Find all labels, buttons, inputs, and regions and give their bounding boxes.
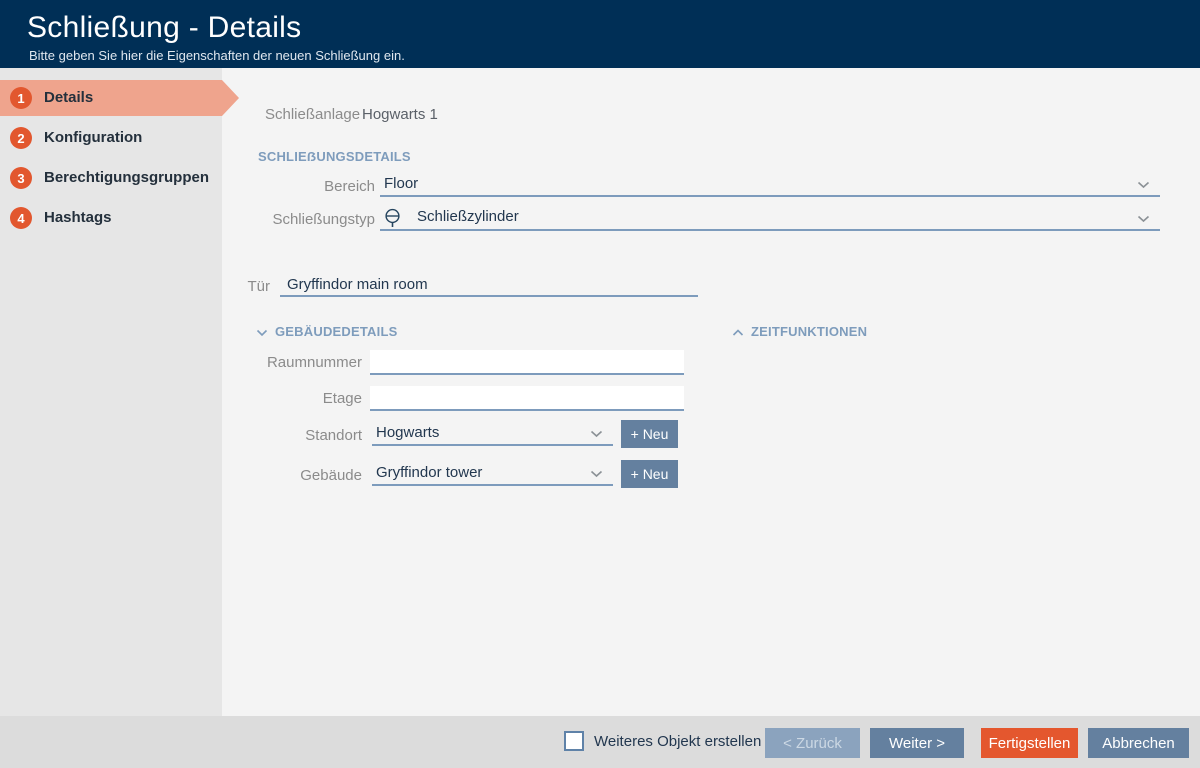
wizard-step-details[interactable]: 1 Details [0,80,222,116]
step-number-badge: 4 [10,207,32,229]
standort-label: Standort [162,427,362,444]
step-label: Hashtags [44,209,112,226]
section-header-schliessungsdetails: SCHLIEẞUNGSDETAILS [258,149,411,164]
gebaeude-value: Gryffindor tower [376,464,482,481]
step-label: Konfiguration [44,129,142,146]
raumnummer-label: Raumnummer [162,354,362,371]
step-number-badge: 2 [10,127,32,149]
schliessanlage-value: Hogwarts 1 [362,106,438,123]
schliessungstyp-dropdown[interactable]: Schließzylinder [380,206,1160,231]
weiter-button[interactable]: Weiter > [870,728,964,758]
schliessanlage-label: Schließanlage [265,106,360,123]
gebaeude-dropdown[interactable]: Gryffindor tower [372,464,613,486]
fertigstellen-button[interactable]: Fertigstellen [981,728,1078,758]
etage-label: Etage [162,390,362,407]
gebaeude-label: Gebäude [162,467,362,484]
neu-gebaeude-button[interactable]: + Neu [621,460,678,488]
bereich-dropdown[interactable]: Floor [380,175,1160,197]
section-header-gebaeudedetails: GEBÄUDEDETAILS [275,324,397,339]
bereich-value: Floor [384,175,418,192]
etage-input[interactable] [370,386,684,411]
window-header: Schließung - Details Bitte geben Sie hie… [0,0,1200,68]
wizard-step-konfiguration[interactable]: 2 Konfiguration [0,120,222,156]
page-title: Schließung - Details [27,11,301,45]
tuer-input[interactable] [280,274,698,297]
schliessungstyp-label: Schließungstyp [175,211,375,228]
tuer-label: Tür [100,278,270,295]
page-subtitle: Bitte geben Sie hier die Eigenschaften d… [29,48,405,63]
bereich-label: Bereich [175,178,375,195]
lock-cylinder-icon [384,208,401,229]
section-header-zeitfunktionen: ZEITFUNKTIONEN [751,324,867,339]
abbrechen-button[interactable]: Abbrechen [1088,728,1189,758]
standort-value: Hogwarts [376,424,439,441]
step-number-badge: 3 [10,167,32,189]
chevron-down-icon [1137,215,1150,223]
chevron-down-icon [590,470,603,478]
step-label: Details [44,89,93,106]
active-step-arrow [222,80,239,116]
step-number-badge: 1 [10,87,32,109]
weiteres-objekt-checkbox-label: Weiteres Objekt erstellen [594,733,761,750]
chevron-up-icon [732,329,744,337]
raumnummer-input[interactable] [370,350,684,375]
zurueck-button[interactable]: < Zurück [765,728,860,758]
weiteres-objekt-checkbox[interactable] [564,731,584,751]
chevron-down-icon [1137,181,1150,189]
neu-standort-button[interactable]: + Neu [621,420,678,448]
standort-dropdown[interactable]: Hogwarts [372,424,613,446]
chevron-down-icon [256,329,268,337]
chevron-down-icon [590,430,603,438]
schliessungstyp-value: Schließzylinder [417,208,519,225]
